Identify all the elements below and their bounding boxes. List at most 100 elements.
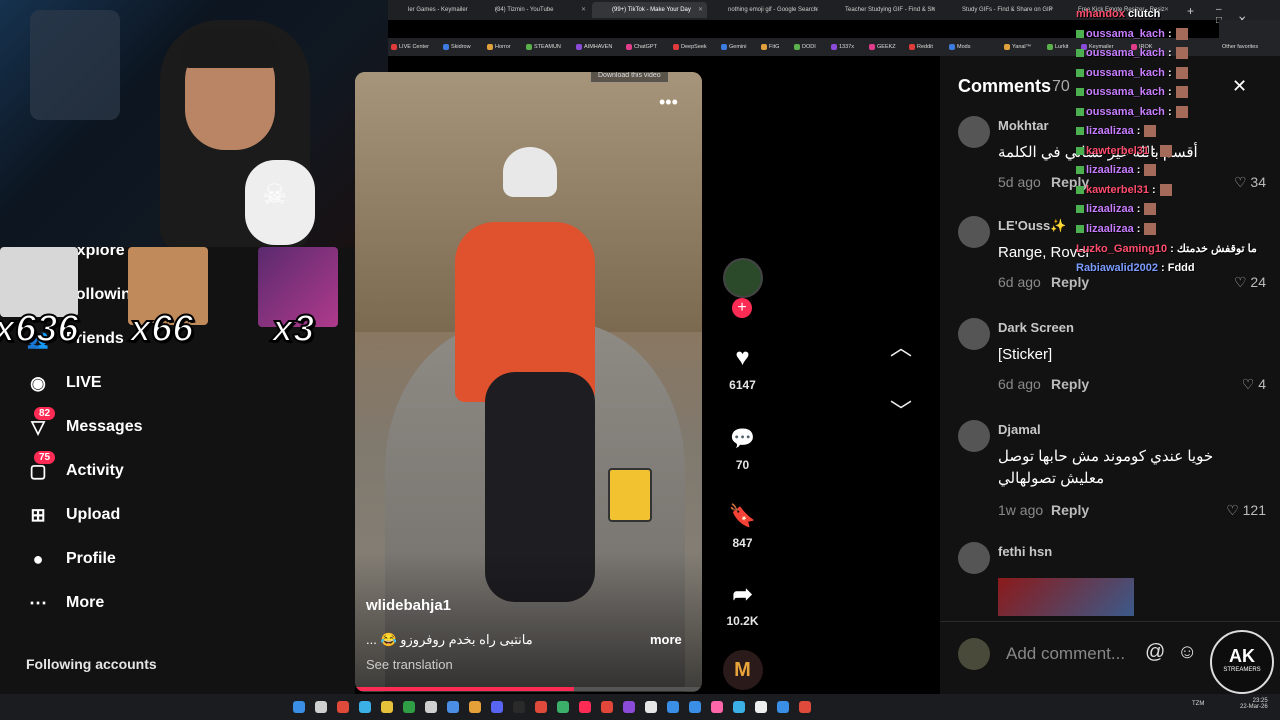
bookmark-item[interactable]: AIMHAVEN <box>575 38 612 56</box>
bookmark-item[interactable]: GEEKZ <box>868 38 896 56</box>
commenter-avatar[interactable] <box>958 216 990 248</box>
close-tab-icon[interactable]: ✕ <box>698 2 703 18</box>
video-player[interactable]: Download this video ••• wlidebahja1 مانت… <box>355 72 702 692</box>
see-translation-link[interactable]: See translation <box>366 657 453 672</box>
taskbar-app-icon[interactable] <box>447 701 459 713</box>
bookmark-item[interactable]: Lurkit <box>1046 38 1068 56</box>
bookmark-item[interactable]: DeepSeek <box>672 38 707 56</box>
comment-username[interactable]: Dark Screen <box>998 320 1074 335</box>
taskbar-app-icon[interactable] <box>623 701 635 713</box>
commenter-avatar[interactable] <box>958 420 990 452</box>
share-arrow-icon[interactable]: ➦ <box>723 574 763 614</box>
sidebar-item-messages[interactable]: ▽ 82 Messages <box>24 407 143 442</box>
bookmark-label: Horror <box>495 44 511 50</box>
taskbar-app-icon[interactable] <box>425 701 437 713</box>
bookmark-item[interactable]: Reddit <box>908 38 933 56</box>
bookmark-item[interactable]: Yanal™ <box>1003 38 1031 56</box>
bookmark-item[interactable]: Mods <box>948 38 970 56</box>
reply-button[interactable]: Reply <box>1051 502 1089 518</box>
taskbar-app-icon[interactable] <box>667 701 679 713</box>
sidebar-item-live[interactable]: ◉ LIVE <box>24 368 101 398</box>
bookmark-item[interactable]: ChatGPT <box>625 38 657 56</box>
download-video-button[interactable]: Download this video <box>591 72 668 82</box>
browser-tab[interactable]: Study GIFs - Find & Share on GIP ✕ <box>942 2 1057 18</box>
taskbar-app-icon[interactable] <box>733 701 745 713</box>
close-tab-icon[interactable]: ✕ <box>1048 2 1053 18</box>
taskbar-language[interactable]: TZM <box>1192 701 1204 707</box>
close-tab-icon[interactable]: ✕ <box>814 2 819 18</box>
video-options-icon[interactable]: ••• <box>659 92 678 113</box>
taskbar-app-icon[interactable] <box>777 701 789 713</box>
browser-tab[interactable]: (99+) TikTok - Make Your Day ✕ <box>592 2 707 18</box>
comment-bubble-icon[interactable]: 💬 <box>723 418 763 458</box>
taskbar-app-icon[interactable] <box>557 701 569 713</box>
comment-like[interactable]: ♡ 4 <box>1242 376 1266 393</box>
bookmark-favicon-icon <box>831 44 837 50</box>
taskbar-app-icon[interactable] <box>711 701 723 713</box>
sidebar-item-activity[interactable]: ▢ 75 Activity <box>24 451 124 486</box>
bookmark-item[interactable]: DODI <box>793 38 816 56</box>
taskbar-clock[interactable]: 23:25 22-Mar-26 <box>1240 698 1268 710</box>
video-progress-bar[interactable] <box>355 687 702 691</box>
bookmark-item[interactable]: Skidrow <box>442 38 471 56</box>
caption-more-button[interactable]: more <box>650 632 682 647</box>
taskbar-app-icon[interactable] <box>403 701 415 713</box>
chat-message: lizaalizaa : <box>1076 164 1157 177</box>
bookmark-item[interactable]: STEAMUN <box>525 38 561 56</box>
comment-like[interactable]: ♡ 121 <box>1226 502 1266 519</box>
taskbar-app-icon[interactable] <box>579 701 591 713</box>
taskbar-app-icon[interactable] <box>513 701 525 713</box>
commenter-avatar[interactable] <box>958 116 990 148</box>
bookmark-item[interactable]: Horror <box>486 38 511 56</box>
taskbar-app-icon[interactable] <box>315 701 327 713</box>
mention-icon[interactable]: @ <box>1145 641 1165 664</box>
chat-username: oussama_kach <box>1086 47 1165 59</box>
like-heart-icon[interactable]: ♥ <box>723 338 763 378</box>
taskbar-app-icon[interactable] <box>469 701 481 713</box>
comment-time: 6d ago <box>998 274 1041 290</box>
taskbar-app-icon[interactable] <box>293 701 305 713</box>
chevron-down-icon[interactable]: ﹀ <box>890 394 912 426</box>
taskbar-app-icon[interactable] <box>601 701 613 713</box>
comment-username[interactable]: Mokhtar <box>998 118 1049 133</box>
taskbar-app-icon[interactable] <box>645 701 657 713</box>
close-tab-icon[interactable]: ✕ <box>931 2 936 18</box>
taskbar-app-icon[interactable] <box>491 701 503 713</box>
comment-count: 70 <box>735 458 750 472</box>
bookmark-item[interactable]: LIVE Center <box>390 38 429 56</box>
sidebar-item-upload[interactable]: ⊞ Upload <box>24 500 120 530</box>
commenter-avatar[interactable] <box>958 318 990 350</box>
commenter-avatar[interactable] <box>958 542 990 574</box>
chat-badge-icon <box>1076 166 1084 175</box>
bookmark-item[interactable]: FitG <box>760 38 779 56</box>
taskbar-app-icon[interactable] <box>535 701 547 713</box>
bookmark-item[interactable]: Gemini <box>720 38 746 56</box>
browser-tab[interactable]: Teacher Studying GIF - Find & Sh ✕ <box>825 2 940 18</box>
taskbar-app-icon[interactable] <box>689 701 701 713</box>
sidebar-item-more[interactable]: ⋯ More <box>24 588 104 618</box>
browser-tab[interactable]: nothing emoji gif - Google Search ✕ <box>708 2 823 18</box>
taskbar-app-icon[interactable] <box>359 701 371 713</box>
taskbar-app-icon[interactable] <box>755 701 767 713</box>
taskbar-app-icon[interactable] <box>337 701 349 713</box>
sidebar-item-profile[interactable]: ● Profile <box>24 544 116 574</box>
comment-username[interactable]: Djamal <box>998 422 1041 437</box>
bookmark-icon[interactable]: 🔖 <box>723 496 763 536</box>
music-disc-icon[interactable]: M <box>722 650 763 690</box>
like-count: 6147 <box>729 378 756 392</box>
add-comment-input[interactable]: Add comment... <box>1006 644 1125 664</box>
taskbar-app-icon[interactable] <box>799 701 811 713</box>
bookmark-item[interactable]: 1337x <box>830 38 854 56</box>
browser-tab[interactable]: (34) Tizmin - YouTube ✕ <box>475 2 590 18</box>
video-author[interactable]: wlidebahja1 <box>366 597 451 614</box>
comment-username[interactable]: fethi hsn <box>998 544 1052 559</box>
comments-title: Comments <box>958 76 1052 96</box>
comment-username[interactable]: LE'Ouss✨ <box>998 218 1066 234</box>
reply-button[interactable]: Reply <box>1051 376 1089 392</box>
chevron-up-icon[interactable]: ︿ <box>890 330 912 362</box>
taskbar-app-icon[interactable] <box>381 701 393 713</box>
creator-avatar[interactable] <box>722 258 763 298</box>
close-tab-icon[interactable]: ✕ <box>581 2 586 18</box>
follow-plus-icon[interactable]: + <box>732 298 752 318</box>
emoji-icon[interactable]: ☺ <box>1177 641 1197 664</box>
